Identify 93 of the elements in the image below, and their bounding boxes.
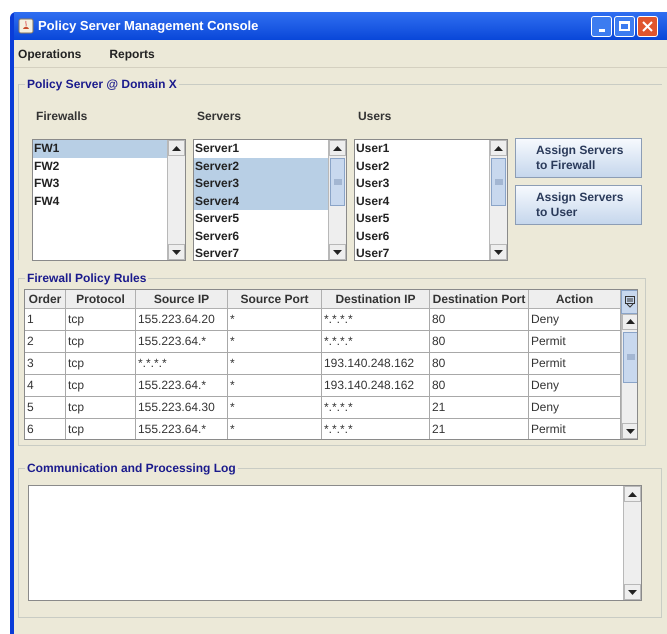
scrollbar-thumb[interactable] (491, 158, 506, 206)
table-cell: 80 (430, 309, 529, 331)
table-cell: 5 (25, 397, 66, 419)
scroll-up-button[interactable] (624, 486, 641, 502)
column-header[interactable]: Source IP (136, 290, 228, 309)
table-cell: * (228, 309, 322, 331)
table-cell: * (228, 419, 322, 439)
window-title: Policy Server Management Console (38, 17, 258, 36)
scroll-up-button[interactable] (622, 314, 637, 330)
table-cell: * (228, 353, 322, 375)
up-arrow-icon (172, 146, 181, 150)
column-header[interactable]: Action (529, 290, 621, 309)
column-header[interactable]: Protocol (66, 290, 136, 309)
table-cell: tcp (66, 375, 136, 397)
maximize-button[interactable] (614, 16, 635, 36)
menu-item[interactable]: Reports (109, 44, 155, 62)
scroll-up-button[interactable] (490, 140, 507, 156)
table-cell: 1 (25, 309, 66, 331)
list-item[interactable]: Server2 (194, 158, 328, 175)
scrollbar-thumb[interactable] (623, 332, 637, 384)
menu-item[interactable]: Operations (18, 44, 82, 62)
table-cell: Deny (529, 309, 621, 331)
scroll-up-button[interactable] (329, 140, 346, 156)
table-cell: tcp (66, 397, 136, 419)
column-header[interactable]: Source Port (228, 290, 322, 309)
table-cell: tcp (66, 331, 136, 353)
table-cell: *.*.*.* (322, 397, 430, 419)
scrollbar-thumb[interactable] (330, 158, 345, 206)
scroll-down-button[interactable] (329, 244, 346, 260)
minimize-button[interactable] (591, 16, 612, 36)
assign-button[interactable]: Assign Servers to Firewall (515, 138, 642, 178)
close-button[interactable] (637, 16, 658, 36)
table-cell: 80 (430, 375, 529, 397)
column-header[interactable]: Order (25, 290, 66, 309)
scroll-down-button[interactable] (624, 584, 641, 600)
column-header[interactable]: Destination IP (322, 290, 430, 309)
list-item[interactable]: Server4 (194, 192, 328, 210)
table-cell: *.*.*.* (322, 419, 430, 439)
list-item[interactable]: Server3 (194, 175, 328, 192)
down-arrow-icon (494, 250, 503, 254)
list-item[interactable]: FW1 (33, 140, 167, 158)
table-cell: * (228, 397, 322, 419)
table-cell: 80 (430, 353, 529, 375)
table-cell: 6 (25, 419, 66, 439)
list-label: Firewalls (35, 108, 88, 125)
column-header[interactable]: Destination Port (430, 290, 529, 309)
down-arrow-icon (628, 590, 637, 594)
group-title: Policy Server @ Domain X (25, 76, 179, 92)
down-arrow-icon (333, 250, 342, 254)
table-cell: 4 (25, 375, 66, 397)
scroll-down-button[interactable] (168, 244, 185, 260)
up-arrow-icon (626, 319, 635, 324)
table-cell: 21 (430, 397, 529, 419)
table-cell: 2 (25, 331, 66, 353)
table-cell: tcp (66, 309, 136, 331)
up-arrow-icon (628, 492, 637, 496)
list-label: Users (357, 108, 392, 125)
table-cell: 193.140.248.162 (322, 375, 430, 397)
table-cell: 155.223.64.20 (136, 309, 228, 331)
table-cell: tcp (66, 353, 136, 375)
table-cell: 155.223.64.* (136, 419, 228, 439)
table-cell: 155.223.64.* (136, 331, 228, 353)
up-arrow-icon (494, 146, 503, 150)
up-arrow-icon (333, 146, 342, 150)
table-cell: tcp (66, 419, 136, 439)
table-cell: 193.140.248.162 (322, 353, 430, 375)
scroll-down-button[interactable] (622, 423, 637, 439)
table-cell: Permit (529, 419, 621, 439)
table-cell: 21 (430, 419, 529, 439)
table-cell: Permit (529, 353, 621, 375)
scroll-up-button[interactable] (168, 140, 185, 156)
table-cell: * (228, 331, 322, 353)
group-title: Communication and Processing Log (25, 460, 238, 476)
column-menu-icon[interactable] (621, 290, 637, 314)
list-label: Servers (196, 108, 242, 125)
table-cell: *.*.*.* (322, 309, 430, 331)
table-cell: 3 (25, 353, 66, 375)
table-cell: 155.223.64.* (136, 375, 228, 397)
table-cell: *.*.*.* (136, 353, 228, 375)
scroll-down-button[interactable] (490, 244, 507, 260)
table-cell: 155.223.64.30 (136, 397, 228, 419)
close-icon (642, 20, 653, 32)
table-cell: Permit (529, 331, 621, 353)
group-title: Firewall Policy Rules (25, 270, 148, 286)
assign-button[interactable]: Assign Servers to User (515, 185, 642, 225)
table-cell: *.*.*.* (322, 331, 430, 353)
down-arrow-icon (172, 250, 181, 254)
table-cell: 80 (430, 331, 529, 353)
table-cell: Deny (529, 397, 621, 419)
table-cell: Deny (529, 375, 621, 397)
app-icon (18, 18, 34, 34)
table-cell: * (228, 375, 322, 397)
down-arrow-icon (626, 428, 635, 434)
